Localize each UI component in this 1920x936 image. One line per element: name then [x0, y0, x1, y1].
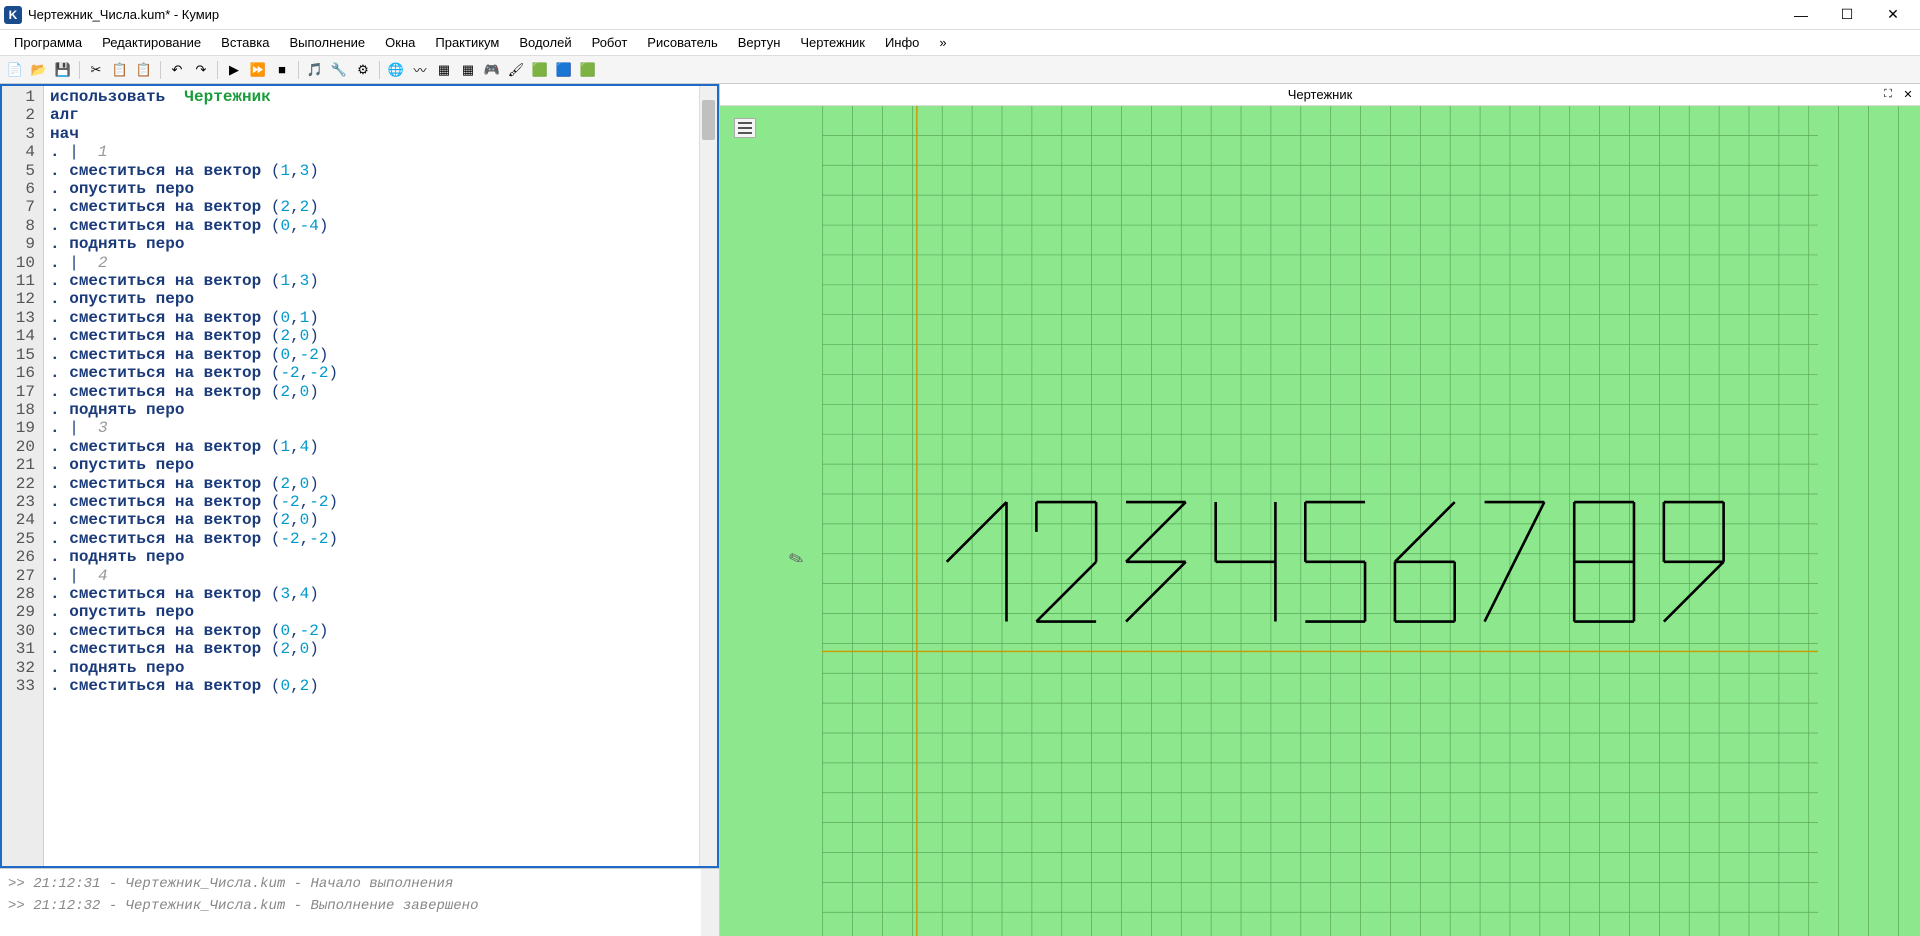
chart-icon[interactable]: 🟩 — [577, 59, 599, 81]
turtle-icon[interactable]: 🟩 — [529, 59, 551, 81]
copy-icon[interactable]: 📋 — [109, 59, 131, 81]
tool2-icon[interactable]: 🔧 — [328, 59, 350, 81]
step-icon[interactable]: ⏩ — [247, 59, 269, 81]
tool1-icon[interactable]: 🎵 — [304, 59, 326, 81]
code-area[interactable]: использовать Чертежникалгнач. | 1. смест… — [44, 86, 699, 866]
canvas-menu-icon[interactable] — [734, 118, 756, 138]
menu-5[interactable]: Практикум — [425, 32, 509, 53]
editor-scrollbar[interactable] — [699, 86, 717, 866]
redo-icon[interactable]: ↷ — [190, 59, 212, 81]
menu-3[interactable]: Выполнение — [279, 32, 375, 53]
game-icon[interactable]: 🎮 — [481, 59, 503, 81]
code-editor[interactable]: 1234567891011121314151617181920212223242… — [0, 84, 719, 868]
run-icon[interactable]: ▶ — [223, 59, 245, 81]
left-pane: 1234567891011121314151617181920212223242… — [0, 84, 720, 936]
globe-icon[interactable]: 🌐 — [385, 59, 407, 81]
stop-icon[interactable]: ■ — [271, 59, 293, 81]
output-console: >> 21:12:31 - Чертежник_Числа.kum - Нача… — [0, 868, 719, 936]
canvas-titlebar: Чертежник ⛶ ✕ — [720, 84, 1920, 106]
menu-8[interactable]: Рисователь — [637, 32, 727, 53]
draw-icon[interactable]: 🟦 — [553, 59, 575, 81]
wave-icon[interactable]: 〰 — [409, 59, 431, 81]
title-bar: K Чертежник_Числа.kum* - Кумир ― ☐ ✕ — [0, 0, 1920, 30]
menu-1[interactable]: Редактирование — [92, 32, 211, 53]
toolbar: 📄📂💾✂📋📋↶↷▶⏩■🎵🔧⚙🌐〰▦▦🎮🖌🟩🟦🟩 — [0, 56, 1920, 84]
close-button[interactable]: ✕ — [1870, 0, 1916, 30]
menu-10[interactable]: Чертежник — [790, 32, 875, 53]
brush-icon[interactable]: 🖌 — [505, 59, 527, 81]
console-scrollbar[interactable] — [701, 869, 719, 936]
menu-4[interactable]: Окна — [375, 32, 425, 53]
menu-0[interactable]: Программа — [4, 32, 92, 53]
menu-11[interactable]: Инфо — [875, 32, 929, 53]
canvas-title-text: Чертежник — [1288, 87, 1353, 102]
menu-12[interactable]: » — [929, 32, 956, 53]
undo-icon[interactable]: ↶ — [166, 59, 188, 81]
menu-9[interactable]: Вертун — [728, 32, 791, 53]
tool3-icon[interactable]: ⚙ — [352, 59, 374, 81]
open-file-icon[interactable]: 📂 — [28, 59, 50, 81]
right-pane: Чертежник ⛶ ✕ ✎ — [720, 84, 1920, 936]
new-file-icon[interactable]: 📄 — [4, 59, 26, 81]
drawing-canvas[interactable]: ✎ — [720, 106, 1920, 936]
canvas-close-icon[interactable]: ✕ — [1900, 87, 1916, 103]
menu-bar: ПрограммаРедактированиеВставкаВыполнение… — [0, 30, 1920, 56]
menu-2[interactable]: Вставка — [211, 32, 279, 53]
window-title: Чертежник_Числа.kum* - Кумир — [28, 7, 1778, 22]
menu-7[interactable]: Робот — [582, 32, 638, 53]
cut-icon[interactable]: ✂ — [85, 59, 107, 81]
line-gutter: 1234567891011121314151617181920212223242… — [2, 86, 44, 866]
app-logo-icon: K — [4, 6, 22, 24]
menu-6[interactable]: Водолей — [509, 32, 581, 53]
canvas-maximize-icon[interactable]: ⛶ — [1880, 87, 1896, 103]
grid-icon[interactable]: ▦ — [457, 59, 479, 81]
module-icon[interactable]: ▦ — [433, 59, 455, 81]
save-icon[interactable]: 💾 — [52, 59, 74, 81]
paste-icon[interactable]: 📋 — [133, 59, 155, 81]
minimize-button[interactable]: ― — [1778, 0, 1824, 30]
maximize-button[interactable]: ☐ — [1824, 0, 1870, 30]
